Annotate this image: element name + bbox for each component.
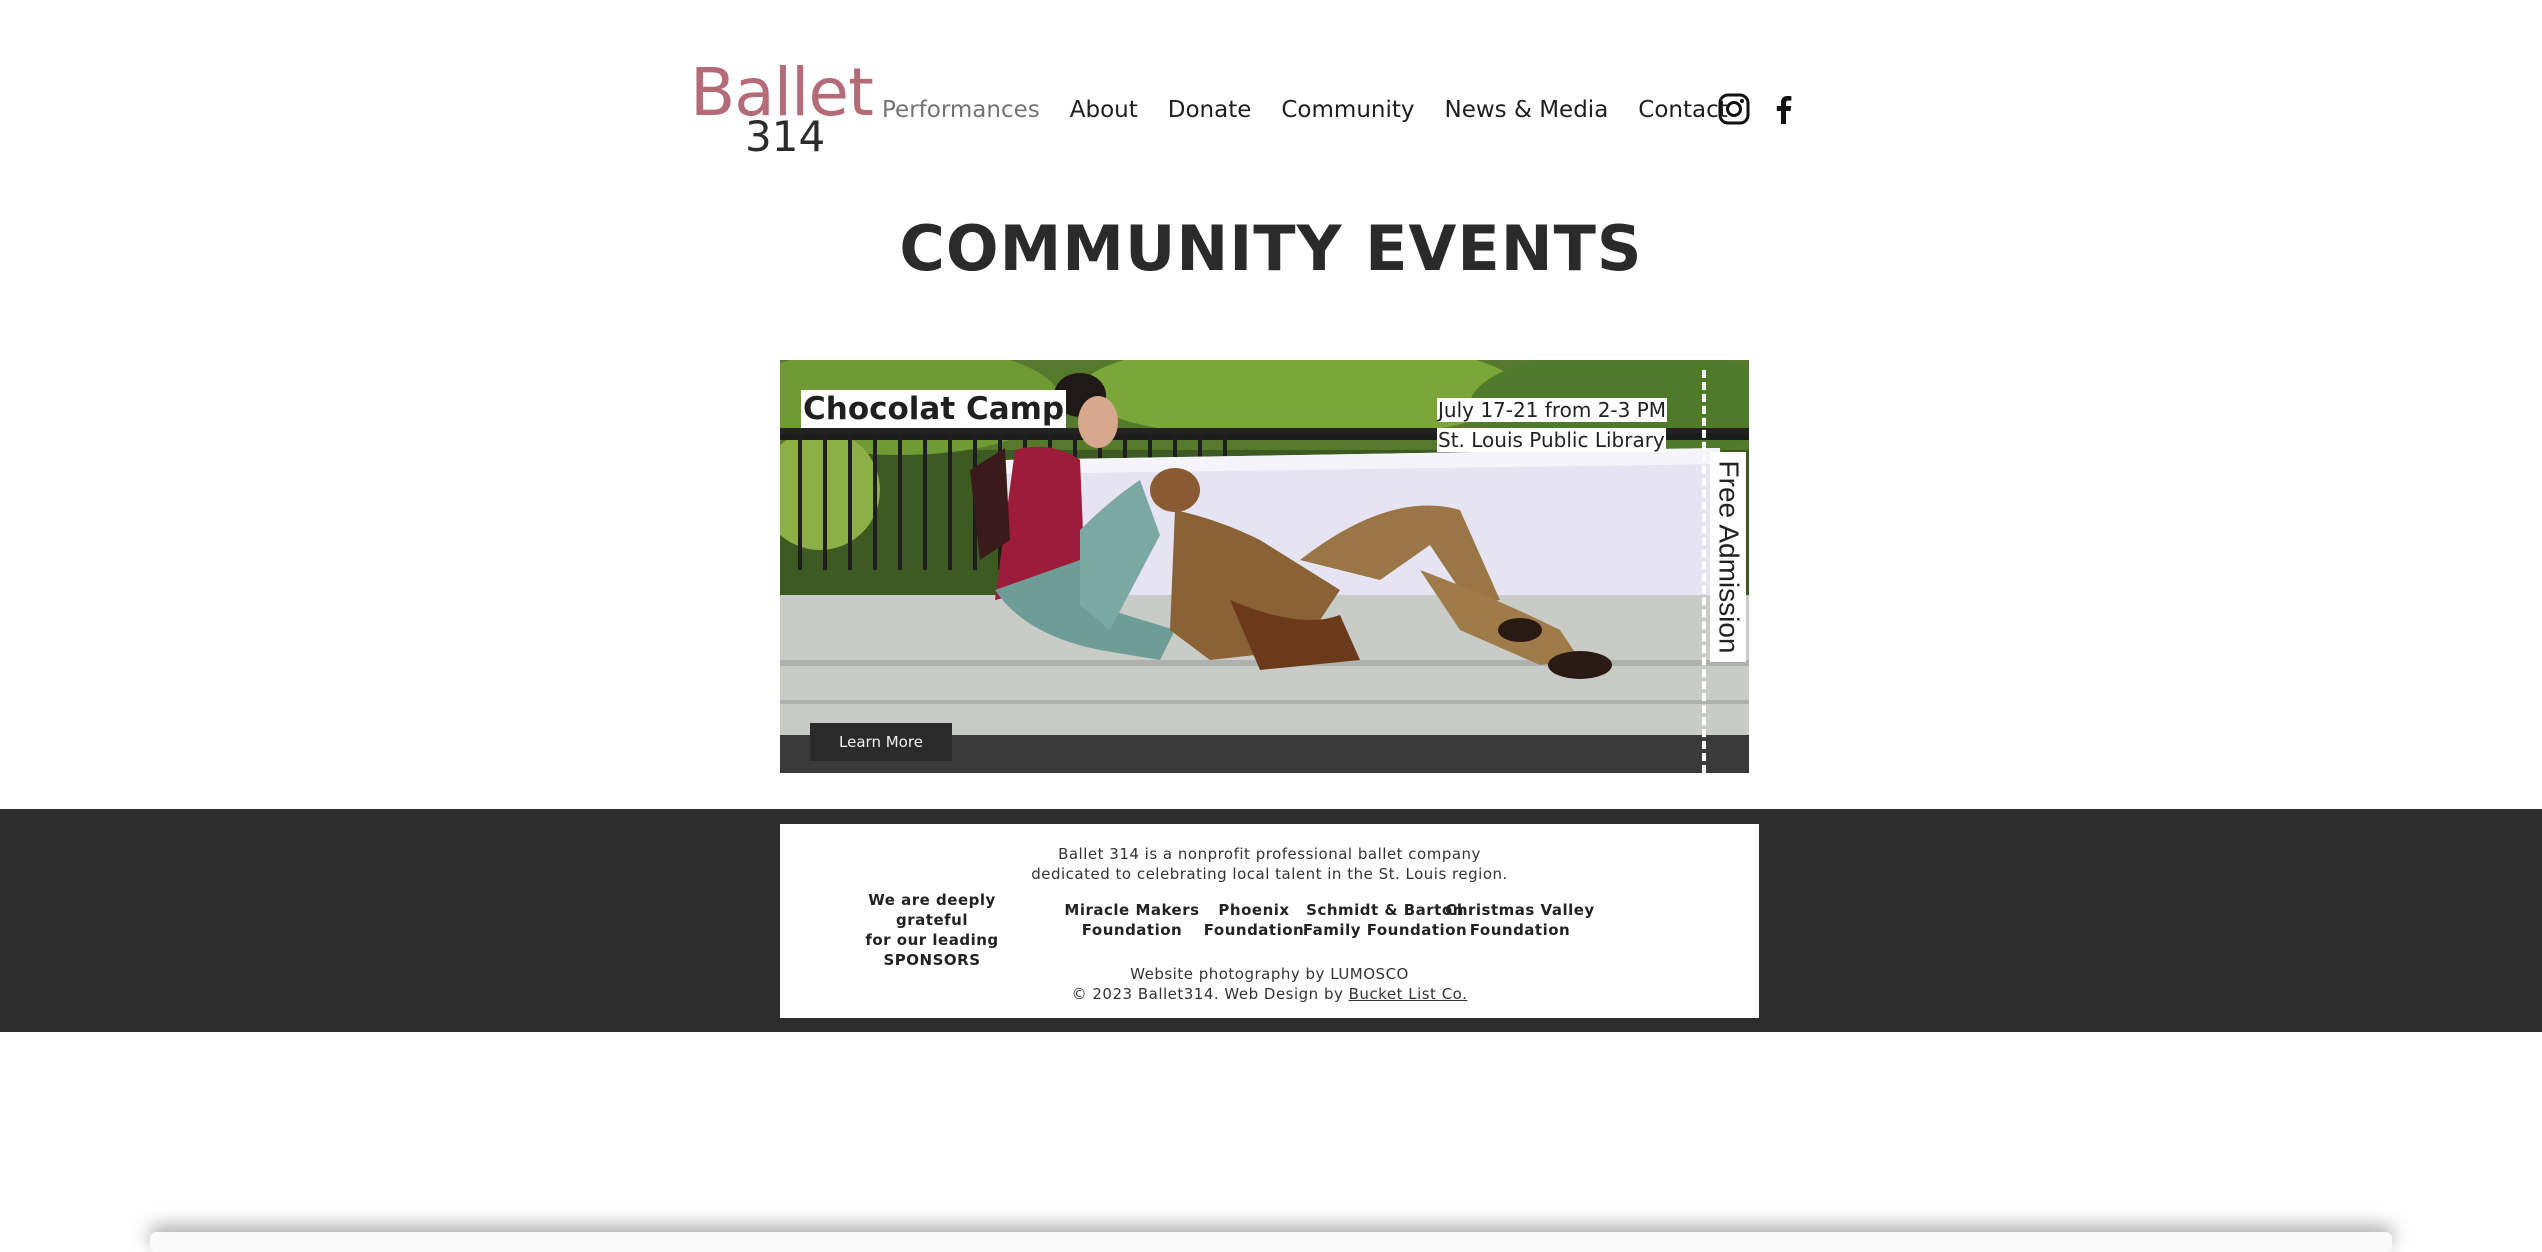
- event-title: Chocolat Camp: [801, 390, 1067, 428]
- logo-number: 314: [745, 112, 826, 161]
- admission-label: Free Admission: [1710, 452, 1746, 662]
- social-links: [1717, 92, 1801, 126]
- dashed-divider: [1702, 370, 1706, 773]
- sponsor-thanks-line2: for our leading: [865, 931, 999, 949]
- sponsor-thanks: We are deeply grateful for our leading S…: [832, 890, 1032, 970]
- page-bottom-edge: [150, 1232, 2392, 1252]
- nav-contact[interactable]: Contact: [1638, 97, 1727, 123]
- instagram-icon[interactable]: [1717, 92, 1751, 126]
- sponsor-name: Foundation: [1469, 921, 1571, 939]
- learn-more-button[interactable]: Learn More: [810, 723, 952, 761]
- facebook-icon[interactable]: [1767, 92, 1801, 126]
- sponsor-name: Christmas Valley: [1445, 901, 1595, 919]
- event-banner: Chocolat Camp July 17-21 from 2-3 PM St.…: [780, 360, 1749, 773]
- event-venue: St. Louis Public Library: [1437, 428, 1666, 452]
- nav-news-media[interactable]: News & Media: [1445, 97, 1609, 123]
- sponsor-thanks-line1: We are deeply grateful: [868, 891, 996, 929]
- footer-description-line2: dedicated to celebrating local talent in…: [1031, 865, 1508, 883]
- event-date: July 17-21 from 2-3 PM: [1437, 398, 1668, 422]
- sponsor-christmas-valley: Christmas Valley Foundation: [1440, 900, 1600, 940]
- nav-about[interactable]: About: [1070, 97, 1138, 123]
- photo-credit: Website photography by LUMOSCO: [1130, 965, 1409, 983]
- main-nav: Performances About Donate Community News…: [882, 92, 1758, 128]
- nav-donate[interactable]: Donate: [1168, 97, 1252, 123]
- admission-text: Free Admission: [1713, 460, 1744, 654]
- site-logo[interactable]: Ballet 314: [690, 60, 874, 162]
- copyright-text: © 2023 Ballet314. Web Design by: [1071, 985, 1344, 1003]
- footer-card: Ballet 314 is a nonprofit professional b…: [780, 824, 1759, 1018]
- nav-community[interactable]: Community: [1281, 97, 1414, 123]
- designer-link[interactable]: Bucket List Co.: [1349, 985, 1468, 1003]
- nav-performances[interactable]: Performances: [882, 97, 1040, 123]
- copyright: © 2023 Ballet314. Web Design by Bucket L…: [780, 984, 1759, 1004]
- footer-description: Ballet 314 is a nonprofit professional b…: [780, 844, 1759, 884]
- footer-description-line1: Ballet 314 is a nonprofit professional b…: [1058, 845, 1481, 863]
- page-title: COMMUNITY EVENTS: [899, 212, 1643, 285]
